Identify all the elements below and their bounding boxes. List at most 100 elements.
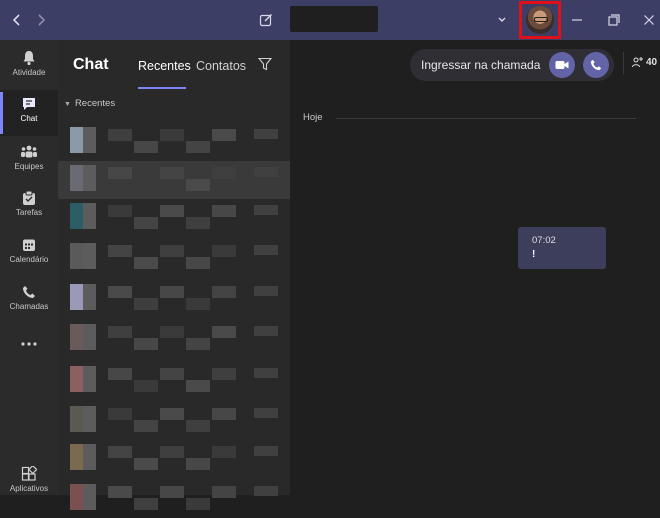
rail-item-teams[interactable]: Equipes (0, 138, 58, 184)
redacted-text (212, 167, 236, 179)
back-button[interactable] (8, 6, 26, 34)
phone-icon (590, 59, 602, 71)
rail-item-chat[interactable]: Chat (0, 90, 58, 136)
participants-count: 40 (646, 56, 658, 68)
rail-label: Calendário (9, 255, 49, 264)
redacted-text (186, 338, 210, 350)
redacted-text (134, 257, 158, 269)
redacted-text (108, 446, 132, 458)
section-header-recent[interactable]: ▼ Recentes (64, 98, 115, 109)
avatar (70, 203, 96, 229)
redacted-text (160, 446, 184, 458)
chat-list-item[interactable] (58, 280, 290, 318)
audio-call-button[interactable] (583, 52, 609, 78)
phone-icon (22, 282, 36, 302)
join-call-bar: Ingressar na chamada (410, 49, 614, 81)
redacted-timestamp (254, 205, 278, 215)
rail-item-calendar[interactable]: Calendário (0, 231, 58, 277)
bell-icon (22, 48, 36, 68)
video-call-button[interactable] (549, 52, 575, 78)
avatar (70, 243, 96, 269)
tab-recent[interactable]: Recentes (138, 59, 191, 73)
forward-button[interactable] (32, 6, 50, 34)
conversation-pane: Ingressar na chamada 40 Hoje 07:02 ! (290, 40, 660, 495)
redacted-text (160, 167, 184, 179)
redacted-timestamp (254, 446, 278, 456)
avatar (70, 484, 96, 510)
tab-contacts[interactable]: Contatos (196, 59, 246, 73)
profile-avatar-highlight[interactable] (519, 1, 561, 39)
redacted-text (108, 408, 132, 420)
teams-icon (20, 142, 38, 162)
avatar (70, 406, 96, 432)
redacted-text (186, 141, 210, 153)
redacted-text (134, 217, 158, 229)
divider (623, 52, 624, 74)
rail-item-tasks[interactable]: Tarefas (0, 184, 58, 230)
redacted-text (212, 408, 236, 420)
chat-list-item[interactable] (58, 362, 290, 400)
restore-button[interactable] (605, 6, 623, 34)
tasks-icon (22, 188, 36, 208)
restore-icon (608, 14, 620, 26)
redacted-timestamp (254, 167, 278, 177)
join-call-label[interactable]: Ingressar na chamada (421, 58, 540, 72)
redacted-text (160, 245, 184, 257)
redacted-text (134, 338, 158, 350)
chat-list-item[interactable] (58, 480, 290, 518)
avatar (70, 165, 96, 191)
rail-item-activity[interactable]: Atividade (0, 44, 58, 90)
chat-list-item[interactable] (58, 440, 290, 478)
redacted-text (108, 167, 132, 179)
rail-item-more[interactable] (0, 330, 58, 376)
rail-label: Tarefas (15, 208, 43, 217)
participants-button[interactable]: 40 (632, 56, 657, 68)
redacted-text (186, 298, 210, 310)
avatar (70, 366, 96, 392)
chat-list-item[interactable] (58, 402, 290, 440)
rail-label: Chamadas (9, 302, 49, 311)
more-options-button[interactable] (494, 6, 510, 34)
redacted-text (186, 420, 210, 432)
rail-item-calls[interactable]: Chamadas (0, 278, 58, 324)
close-icon (644, 15, 654, 25)
rail-label: Atividade (12, 68, 46, 77)
redacted-timestamp (254, 129, 278, 139)
chat-list-item[interactable] (58, 123, 290, 161)
chat-list-header: Chat Recentes Contatos (58, 40, 290, 92)
close-button[interactable] (641, 6, 657, 34)
chat-list-item[interactable] (58, 199, 290, 237)
redacted-text (134, 298, 158, 310)
chat-list-item[interactable] (58, 239, 290, 277)
rail-label: Chat (20, 114, 38, 123)
redacted-text (212, 205, 236, 217)
redacted-text (108, 326, 132, 338)
chevron-down-icon (498, 17, 506, 22)
redacted-text (108, 205, 132, 217)
chat-list-item[interactable] (58, 161, 290, 199)
active-tab-indicator (138, 87, 186, 89)
search-input[interactable] (290, 6, 378, 32)
section-label: Recentes (74, 98, 116, 109)
rail-label: Equipes (14, 162, 44, 171)
redacted-text (134, 141, 158, 153)
rail-item-apps[interactable]: Aplicativos (0, 460, 58, 506)
message-bubble[interactable]: 07:02 ! (518, 227, 606, 269)
redacted-timestamp (254, 245, 278, 255)
avatar (70, 444, 96, 470)
calendar-icon (22, 235, 36, 255)
redacted-text (134, 420, 158, 432)
new-chat-button[interactable] (256, 6, 276, 34)
redacted-text (134, 498, 158, 510)
avatar[interactable] (526, 6, 554, 34)
redacted-text (134, 458, 158, 470)
chat-list-panel: Chat Recentes Contatos ▼ Recentes (58, 40, 290, 510)
minimize-button[interactable] (568, 6, 586, 34)
redacted-text (108, 486, 132, 498)
avatar (70, 284, 96, 310)
chevron-left-icon (12, 14, 20, 26)
chat-list-item[interactable] (58, 320, 290, 358)
redacted-text (134, 380, 158, 392)
filter-icon[interactable] (257, 57, 273, 76)
redacted-text (108, 245, 132, 257)
